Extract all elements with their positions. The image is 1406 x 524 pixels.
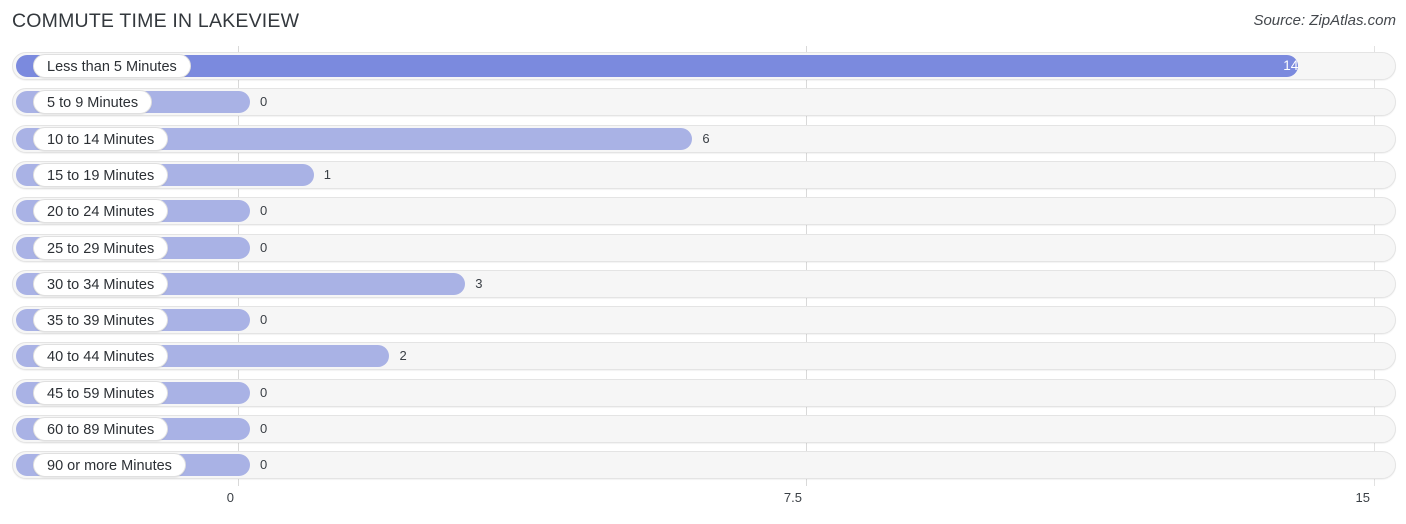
chart-row[interactable]: 45 to 59 Minutes 0 (12, 378, 1396, 407)
bar-value-label: 0 (260, 457, 268, 473)
bar-value-label: 0 (260, 312, 268, 328)
category-label: 45 to 59 Minutes (33, 380, 169, 405)
bar-value-label: 1 (323, 166, 331, 182)
x-tick-label: 7.5 (783, 490, 802, 505)
bar-value-label: 0 (260, 384, 268, 400)
page-title: COMMUTE TIME IN LAKEVIEW (12, 10, 300, 32)
category-label: 15 to 19 Minutes (33, 162, 169, 187)
chart-row[interactable]: 30 to 34 Minutes 3 (12, 269, 1396, 298)
category-label: 20 to 24 Minutes (33, 199, 169, 224)
category-label: 40 to 44 Minutes (33, 344, 169, 369)
bar-value-label: 6 (702, 130, 710, 146)
chart-header: COMMUTE TIME IN LAKEVIEW Source: ZipAtla… (0, 0, 1406, 46)
bar-value-label: 0 (260, 203, 268, 219)
x-tick-label: 0 (226, 490, 234, 505)
chart-row[interactable]: 35 to 39 Minutes 0 (12, 306, 1396, 335)
bar-value-label: 0 (260, 421, 268, 436)
chart-row[interactable]: 25 to 29 Minutes 0 (12, 233, 1396, 262)
category-label: 5 to 9 Minutes (33, 90, 153, 115)
source-attribution: Source: ZipAtlas.com (1253, 12, 1396, 29)
category-label: 10 to 14 Minutes (33, 126, 169, 151)
category-label: 35 to 39 Minutes (33, 308, 169, 333)
bar[interactable] (16, 55, 1299, 77)
category-label: 30 to 34 Minutes (33, 271, 169, 296)
category-label: 90 or more Minutes (33, 453, 186, 478)
chart-row[interactable]: 40 to 44 Minutes 2 (12, 342, 1396, 371)
chart-plot-area: Less than 5 Minutes 14 5 to 9 Minutes 0 10 t… (0, 46, 1406, 486)
chart-row[interactable]: 15 to 19 Minutes 1 (12, 160, 1396, 189)
chart-row[interactable]: 20 to 24 Minutes 0 (12, 197, 1396, 226)
bar-value-label: 2 (399, 348, 407, 364)
bar-value-label: 14 (1283, 58, 1299, 73)
bar-value-label: 0 (260, 94, 268, 110)
x-tick-label: 15 (1355, 490, 1370, 505)
chart-row[interactable]: 10 to 14 Minutes 6 (12, 124, 1396, 153)
category-label: Less than 5 Minutes (33, 54, 191, 78)
category-label: 25 to 29 Minutes (33, 235, 169, 260)
chart-row[interactable]: 5 to 9 Minutes 0 (12, 88, 1396, 117)
chart-row[interactable]: 60 to 89 Minutes 0 (12, 415, 1396, 443)
chart-row[interactable]: 90 or more Minutes 0 (12, 451, 1396, 480)
bar-value-label: 0 (260, 239, 268, 255)
category-label: 60 to 89 Minutes (33, 417, 169, 441)
chart-row[interactable]: Less than 5 Minutes 14 (12, 52, 1396, 80)
x-axis: 0 7.5 15 (0, 486, 1406, 524)
bar-value-label: 3 (475, 275, 483, 291)
